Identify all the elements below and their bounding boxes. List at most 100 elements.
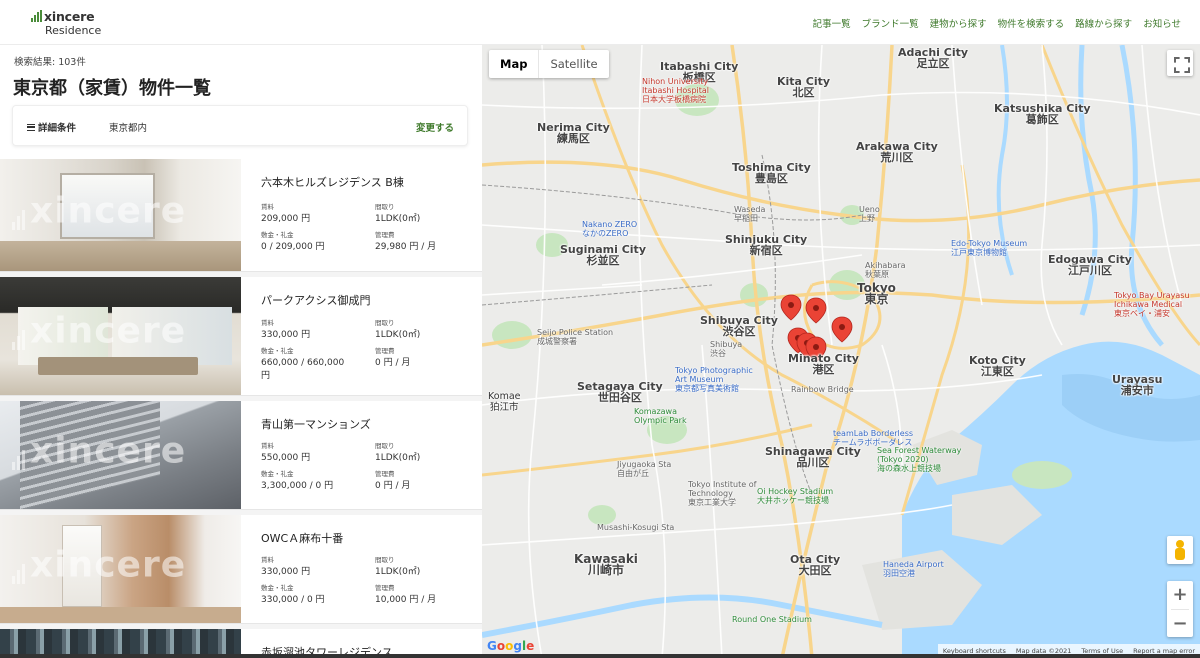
zoom-out-button[interactable]: −	[1167, 610, 1193, 638]
listing-name[interactable]: パークアクシス御成門	[261, 292, 370, 308]
nav-news[interactable]: お知らせ	[1143, 16, 1181, 30]
listing-name[interactable]: 青山第一マンションズ	[261, 416, 371, 432]
deposit-label: 敷金・礼金	[261, 470, 294, 478]
city-label: Katsushika City 葛飾区	[994, 102, 1091, 126]
watermark-logo-icon	[12, 322, 28, 350]
nav-search[interactable]: 物件を検索する	[998, 16, 1065, 30]
poi-label[interactable]: Waseda 早稲田	[734, 205, 765, 223]
poi-label[interactable]: Seijo Police Station 成城警察署	[537, 328, 613, 346]
rent-value: 209,000 円	[261, 214, 311, 224]
poi-label[interactable]: Tokyo Photographic Art Museum 東京都写真美術館	[675, 366, 753, 393]
photo-watermark: xincere	[30, 430, 187, 472]
poi-label[interactable]: Tokyo Bay Urayasu Ichikawa Medical 東京ベイ・浦…	[1114, 291, 1190, 318]
menu-icon	[27, 124, 35, 131]
city-label: Adachi City 足立区	[898, 46, 969, 70]
filter-label-text: 詳細条件	[38, 123, 77, 134]
poi-label[interactable]: Shibuya 渋谷	[710, 340, 742, 358]
listing-list: xincere 六本木ヒルズレジデンス B棟 賃料 209,000 円 間取り 1L…	[0, 159, 482, 658]
logo-subtitle: Residence	[45, 24, 102, 37]
listing-card[interactable]: xincere 青山第一マンションズ 賃料 550,000 円 間取り 1LDK(0…	[0, 401, 482, 510]
street-view-pegman-icon[interactable]	[1167, 536, 1193, 564]
layout-label: 間取り	[375, 556, 395, 564]
city-label: Ota City 大田区	[790, 553, 841, 577]
layout-value: 1LDK(0㎡)	[375, 567, 421, 577]
nav-lines[interactable]: 路線から探す	[1075, 16, 1132, 30]
city-label: Setagaya City 世田谷区	[577, 380, 663, 404]
listing-info: パークアクシス御成門 賃料 330,000 円 間取り 1LDK(0㎡) 敷金・礼金…	[261, 277, 482, 395]
map-view[interactable]: Itabashi City 板橋区 Kita City 北区 Adachi City…	[482, 45, 1200, 658]
google-logo[interactable]: Google	[487, 639, 534, 653]
poi-label[interactable]: teamLab Borderless チームラボボーダレス	[833, 429, 913, 447]
listing-card[interactable]: xincere パークアクシス御成門 賃料 330,000 円 間取り 1LDK(0…	[0, 277, 482, 396]
fee-label: 管理費	[375, 584, 395, 592]
deposit-value: 0 / 209,000 円	[261, 242, 325, 252]
map-type-satellite-button[interactable]: Satellite	[539, 50, 608, 78]
poi-label[interactable]: Nakano ZERO なかのZERO	[582, 220, 637, 238]
layout-label: 間取り	[375, 203, 395, 211]
city-label: Shinagawa City 品川区	[765, 445, 861, 469]
poi-label[interactable]: Musashi-Kosugi Sta	[597, 523, 674, 532]
listing-info: OWCＡ麻布十番 賃料 330,000 円 間取り 1LDK(0㎡) 敷金・礼金 33…	[261, 515, 482, 623]
poi-label[interactable]: Haneda Airport 羽田空港	[883, 560, 944, 578]
filter-toggle[interactable]: 詳細条件	[27, 120, 76, 134]
logo-bars-icon	[31, 10, 43, 22]
deposit-value: 3,300,000 / 0 円	[261, 481, 334, 491]
nav-articles[interactable]: 記事一覧	[813, 16, 851, 30]
poi-label[interactable]: Oi Hockey Stadium 大井ホッケー競技場	[757, 487, 833, 505]
listing-name[interactable]: OWCＡ麻布十番	[261, 530, 343, 546]
poi-label[interactable]: Rainbow Bridge	[791, 385, 854, 394]
fee-label: 管理費	[375, 231, 395, 239]
listing-photo[interactable]: xincere	[0, 277, 241, 395]
main-nav: 記事一覧 ブランド一覧 建物から探す 物件を検索する 路線から探す お知らせ	[802, 16, 1181, 30]
rent-label: 賃料	[261, 203, 274, 211]
rent-value: 550,000 円	[261, 453, 311, 463]
listing-name[interactable]: 六本木ヒルズレジデンス B棟	[261, 174, 404, 190]
rent-label: 賃料	[261, 319, 274, 327]
city-label: Kawasaki 川崎市	[574, 552, 638, 577]
site-logo[interactable]: xincere Residence	[31, 8, 111, 38]
deposit-label: 敷金・礼金	[261, 584, 294, 592]
poi-label[interactable]: Tokyo Institute of Technology 東京工業大学	[688, 480, 756, 507]
city-label: Shibuya City 渋谷区	[700, 314, 778, 338]
zoom-in-button[interactable]: +	[1167, 581, 1193, 609]
listing-card[interactable]: xincere 六本木ヒルズレジデンス B棟 賃料 209,000 円 間取り 1L…	[0, 159, 482, 272]
rent-label: 賃料	[261, 556, 274, 564]
photo-watermark: xincere	[30, 310, 187, 352]
watermark-logo-icon	[12, 442, 28, 471]
map-type-control: Map Satellite	[489, 50, 609, 78]
poi-label[interactable]: Akihabara 秋葉原	[865, 261, 905, 279]
map-type-map-button[interactable]: Map	[489, 50, 540, 78]
page-title: 東京都（家賃）物件一覧	[13, 78, 211, 99]
photo-watermark: xincere	[30, 544, 187, 586]
poi-label[interactable]: Komazawa Olympic Park	[634, 407, 687, 425]
fullscreen-icon[interactable]	[1167, 50, 1193, 76]
city-label: Arakawa City 荒川区	[856, 140, 938, 164]
poi-label[interactable]: Round One Stadium	[732, 615, 812, 624]
deposit-value: 330,000 / 0 円	[261, 595, 325, 605]
deposit-value: 660,000 / 660,000 円	[261, 358, 345, 381]
city-label: Toshima City 豊島区	[732, 161, 811, 185]
search-header: 検索結果: 103件 東京都（家賃）物件一覧 詳細条件 東京都内 変更する	[0, 45, 482, 159]
listing-photo[interactable]: xincere	[0, 515, 241, 623]
fee-value: 10,000 円 / 月	[375, 595, 437, 605]
city-label: Suginami City 杉並区	[560, 243, 646, 267]
city-label: Edogawa City 江戸川区	[1048, 253, 1132, 277]
listing-photo[interactable]: xincere	[0, 159, 241, 271]
listing-card[interactable]: xincere OWCＡ麻布十番 賃料 330,000 円 間取り 1LDK(0㎡)…	[0, 515, 482, 624]
poi-label[interactable]: Ueno 上野	[859, 205, 880, 223]
listing-info: 青山第一マンションズ 賃料 550,000 円 間取り 1LDK(0㎡) 敷金・礼金…	[261, 401, 482, 509]
city-label: Komae 狛江市	[488, 391, 521, 413]
city-label: Urayasu 浦安市	[1112, 373, 1163, 397]
listing-photo[interactable]: xincere	[0, 401, 241, 509]
results-panel: 検索結果: 103件 東京都（家賃）物件一覧 詳細条件 東京都内 変更する xi…	[0, 45, 482, 658]
nav-brands[interactable]: ブランド一覧	[862, 16, 919, 30]
deposit-label: 敷金・礼金	[261, 231, 294, 239]
poi-label[interactable]: Jiyugaoka Sta 自由が丘	[617, 460, 671, 478]
change-filter-button[interactable]: 変更する	[416, 120, 454, 134]
fee-value: 0 円 / 月	[375, 358, 411, 368]
photo-watermark: xincere	[30, 190, 187, 232]
poi-label[interactable]: Sea Forest Waterway (Tokyo 2020) 海の森水上競技場	[877, 446, 961, 473]
poi-label[interactable]: Edo-Tokyo Museum 江戸東京博物館	[951, 239, 1027, 257]
poi-label[interactable]: Nihon University Itabashi Hospital 日本大学板橋…	[642, 77, 709, 104]
nav-buildings[interactable]: 建物から探す	[930, 16, 987, 30]
